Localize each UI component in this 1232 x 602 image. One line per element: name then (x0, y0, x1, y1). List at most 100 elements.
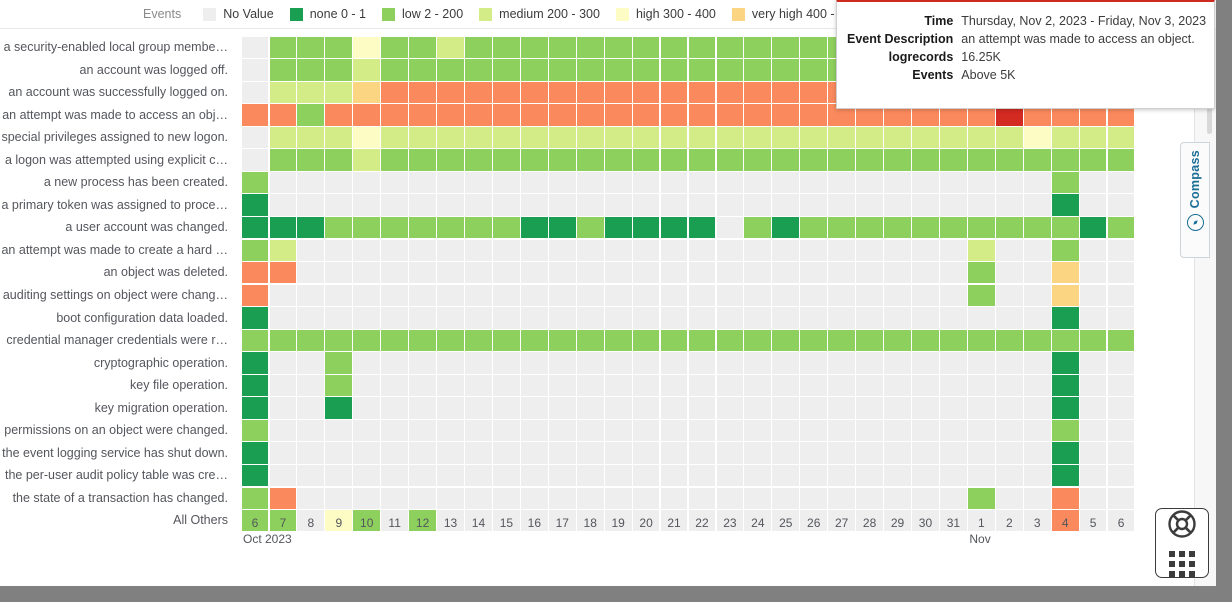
heatmap-cell[interactable] (1023, 194, 1051, 216)
heatmap-cell[interactable] (353, 149, 381, 171)
heatmap-cell[interactable] (437, 284, 464, 306)
heatmap-cell[interactable] (576, 171, 604, 194)
heatmap-cell[interactable] (884, 239, 911, 261)
heatmap-cell[interactable] (353, 126, 381, 149)
heatmap-cell[interactable] (856, 487, 883, 509)
heatmap-cell[interactable] (716, 262, 744, 284)
heatmap-cell[interactable] (381, 262, 409, 284)
heatmap-cell[interactable] (493, 104, 520, 126)
heatmap-cell[interactable] (409, 194, 436, 216)
heatmap-cell[interactable] (660, 442, 688, 464)
heatmap-cell[interactable] (297, 59, 325, 81)
heatmap-cell[interactable] (940, 307, 967, 329)
heatmap-cell[interactable] (1079, 352, 1107, 374)
heatmap-cell[interactable] (325, 171, 353, 194)
heatmap-cell[interactable] (800, 352, 828, 374)
heatmap-cell[interactable] (381, 171, 409, 194)
y-axis-label[interactable]: a primary token was assigned to proce… (0, 194, 236, 217)
heatmap-cell[interactable] (772, 352, 800, 374)
heatmap-cell[interactable] (912, 194, 939, 216)
heatmap-cell[interactable] (688, 81, 716, 104)
heatmap-cell[interactable] (381, 126, 409, 149)
heatmap-cell[interactable] (912, 329, 939, 352)
heatmap-cell[interactable] (520, 307, 548, 329)
heatmap-cell[interactable] (688, 307, 716, 329)
heatmap-cell[interactable] (297, 262, 325, 284)
heatmap-cell[interactable] (576, 487, 604, 509)
y-axis-label[interactable]: boot configuration data loaded. (0, 307, 236, 330)
heatmap-cell[interactable] (465, 442, 492, 464)
heatmap-cell[interactable] (688, 171, 716, 194)
heatmap-cell[interactable] (1051, 442, 1079, 464)
heatmap-cell[interactable] (632, 262, 660, 284)
heatmap-cell[interactable] (800, 194, 828, 216)
heatmap-cell[interactable] (912, 352, 939, 374)
heatmap-cell[interactable] (437, 262, 464, 284)
heatmap-cell[interactable] (744, 171, 772, 194)
heatmap-cell[interactable] (716, 329, 744, 352)
heatmap-cell[interactable] (465, 171, 492, 194)
heatmap-cell[interactable] (967, 262, 995, 284)
heatmap-cell[interactable] (660, 59, 688, 81)
heatmap-cell[interactable] (353, 104, 381, 126)
heatmap-cell[interactable] (660, 262, 688, 284)
heatmap-cell[interactable] (520, 126, 548, 149)
heatmap-cell[interactable] (688, 464, 716, 487)
heatmap-cell[interactable] (912, 262, 939, 284)
heatmap-cell[interactable] (716, 194, 744, 216)
heatmap-cell[interactable] (576, 397, 604, 419)
heatmap-cell[interactable] (744, 284, 772, 306)
heatmap-cell[interactable] (716, 239, 744, 261)
heatmap-cell[interactable] (1079, 307, 1107, 329)
heatmap-cell[interactable] (576, 194, 604, 216)
heatmap-cell[interactable] (940, 126, 967, 149)
heatmap-cell[interactable] (940, 171, 967, 194)
heatmap-cell[interactable] (632, 239, 660, 261)
heatmap-cell[interactable] (884, 216, 911, 239)
y-axis-label[interactable]: a logon was attempted using explicit c… (0, 149, 236, 172)
heatmap-cell[interactable] (744, 352, 772, 374)
heatmap-cell[interactable] (269, 374, 297, 397)
heatmap-cell[interactable] (828, 442, 856, 464)
heatmap-cell[interactable] (744, 149, 772, 171)
heatmap-cell[interactable] (325, 239, 353, 261)
heatmap-cell[interactable] (465, 307, 492, 329)
heatmap-cell[interactable] (632, 171, 660, 194)
heatmap-cell[interactable] (856, 442, 883, 464)
heatmap-cell[interactable] (269, 239, 297, 261)
heatmap-cell[interactable] (856, 216, 883, 239)
heatmap-cell[interactable] (576, 81, 604, 104)
heatmap-cell[interactable] (800, 464, 828, 487)
heatmap-cell[interactable] (688, 216, 716, 239)
heatmap-cell[interactable] (660, 239, 688, 261)
heatmap-cell[interactable] (1107, 442, 1135, 464)
heatmap-cell[interactable] (548, 216, 576, 239)
heatmap-cell[interactable] (940, 216, 967, 239)
heatmap-cell[interactable] (632, 307, 660, 329)
heatmap-cell[interactable] (241, 126, 269, 149)
heatmap-cell[interactable] (325, 464, 353, 487)
heatmap-cell[interactable] (772, 464, 800, 487)
heatmap-cell[interactable] (1107, 239, 1135, 261)
heatmap-cell[interactable] (940, 194, 967, 216)
heatmap-cell[interactable] (520, 352, 548, 374)
heatmap-cell[interactable] (548, 36, 576, 58)
heatmap-cell[interactable] (716, 284, 744, 306)
heatmap-cell[interactable] (381, 307, 409, 329)
heatmap-cell[interactable] (688, 239, 716, 261)
heatmap-cell[interactable] (1051, 262, 1079, 284)
heatmap-cell[interactable] (995, 149, 1023, 171)
y-axis-label[interactable]: an account was logged off. (0, 59, 236, 82)
heatmap-cell[interactable] (520, 487, 548, 509)
heatmap-cell[interactable] (576, 239, 604, 261)
heatmap-cell[interactable] (995, 442, 1023, 464)
heatmap-cell[interactable] (381, 149, 409, 171)
heatmap-cell[interactable] (632, 329, 660, 352)
heatmap-cell[interactable] (604, 307, 632, 329)
heatmap-cell[interactable] (772, 239, 800, 261)
heatmap-cell[interactable] (800, 239, 828, 261)
heatmap-cell[interactable] (716, 81, 744, 104)
heatmap-cell[interactable] (688, 104, 716, 126)
heatmap-cell[interactable] (297, 149, 325, 171)
heatmap-cell[interactable] (325, 194, 353, 216)
